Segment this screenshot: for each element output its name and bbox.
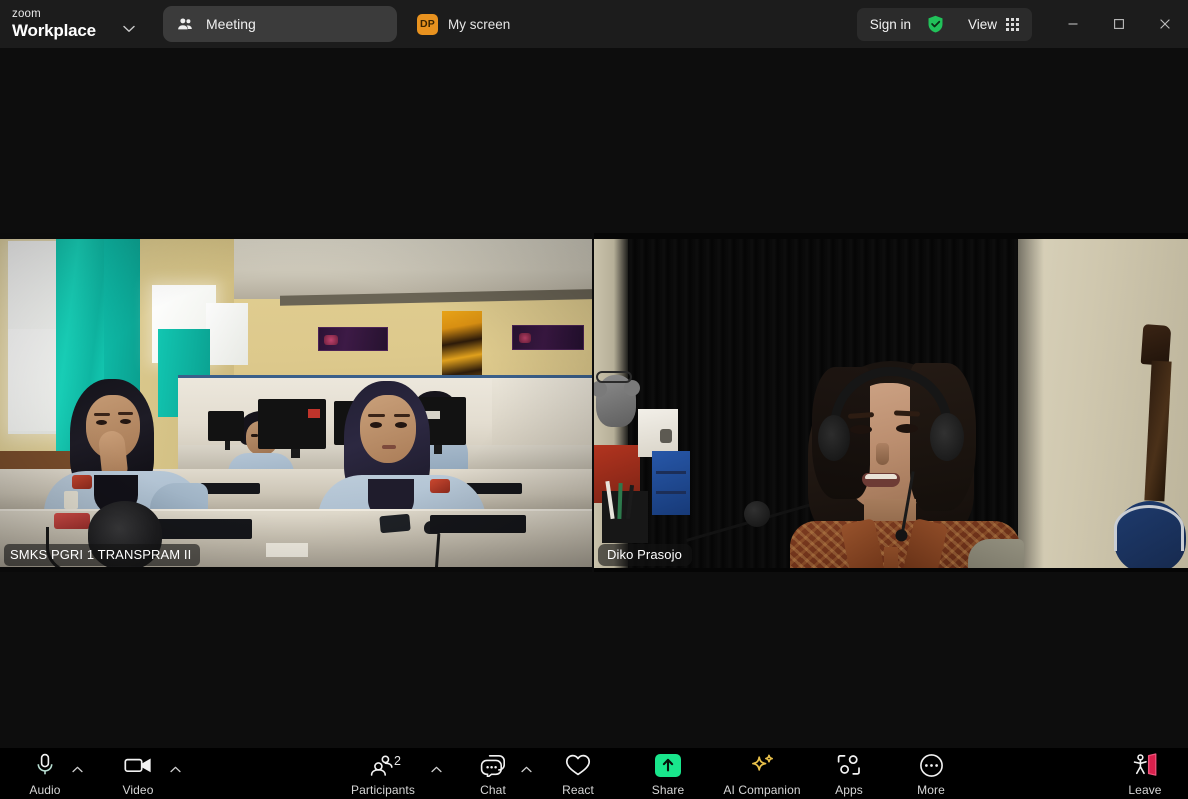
participants-icon (370, 752, 396, 778)
react-label: React (562, 783, 594, 797)
shield-check-icon[interactable] (927, 15, 944, 33)
close-button[interactable] (1142, 0, 1188, 48)
video-options-caret[interactable] (168, 762, 182, 776)
zoom-workplace-brand[interactable]: zoom Workplace (12, 7, 106, 41)
audio-label: Audio (29, 783, 61, 797)
home-office-video-feed (594, 233, 1188, 572)
more-button[interactable]: More (889, 752, 973, 797)
titlebar-right-group: Sign in View (856, 0, 1188, 48)
heart-icon (565, 752, 591, 778)
maximize-button[interactable] (1096, 0, 1142, 48)
view-button[interactable]: View (968, 17, 997, 32)
participants-count-badge: 2 (394, 754, 401, 768)
apps-label: Apps (835, 783, 863, 797)
zoom-meeting-window: zoom Workplace Meeting DP My screen Sign… (0, 0, 1188, 799)
apps-icon (836, 752, 862, 778)
more-label: More (917, 783, 945, 797)
video-label: Video (122, 783, 154, 797)
grid-view-icon[interactable] (1006, 17, 1019, 31)
share-label: Share (651, 783, 685, 797)
my-screen-label: My screen (448, 16, 511, 32)
chat-bubble-icon (480, 752, 506, 778)
tab-meeting[interactable]: Meeting (163, 6, 397, 42)
ai-companion-button[interactable]: AI Companion (720, 752, 804, 797)
leave-button[interactable]: Leave (1103, 752, 1187, 797)
share-screen-icon (655, 752, 681, 778)
leave-door-icon (1131, 752, 1159, 778)
apps-button[interactable]: Apps (807, 752, 891, 797)
window-controls (1050, 0, 1188, 48)
participants-icon (178, 17, 192, 29)
participant-name-badge: Diko Prasojo (598, 544, 692, 566)
leave-label: Leave (1128, 783, 1162, 797)
sign-in-button[interactable]: Sign in (870, 17, 911, 32)
participant-name-badge: SMKS PGRI 1 TRANSPRAM II (4, 544, 201, 566)
chat-label: Chat (480, 783, 506, 797)
chevron-down-icon[interactable] (122, 22, 136, 36)
participants-options-caret[interactable] (429, 762, 443, 776)
react-button[interactable]: React (536, 752, 620, 797)
my-screen-button[interactable]: DP My screen (417, 13, 511, 35)
classroom-video-feed (0, 233, 592, 572)
participants-label: Participants (351, 783, 415, 797)
audio-options-caret[interactable] (70, 762, 84, 776)
participants-button[interactable]: Participants 2 (341, 752, 425, 797)
tab-meeting-label: Meeting (206, 16, 256, 32)
video-tile-row: SMKS PGRI 1 TRANSPRAM II Diko Prasojo (0, 233, 1188, 572)
video-tile-participant-2[interactable]: Diko Prasojo (594, 233, 1188, 572)
video-stage: SMKS PGRI 1 TRANSPRAM II Diko Prasojo (0, 48, 1188, 748)
camera-icon (124, 752, 152, 778)
more-dots-icon (919, 752, 944, 778)
share-button[interactable]: Share (626, 752, 710, 797)
brand-workplace-label: Workplace (12, 21, 96, 41)
sparkle-icon (748, 752, 776, 778)
title-bar: zoom Workplace Meeting DP My screen Sign… (0, 0, 1188, 48)
sign-in-group: Sign in View (856, 7, 1032, 41)
minimize-button[interactable] (1050, 0, 1096, 48)
ai-companion-label: AI Companion (723, 783, 801, 797)
brand-zoom-label: zoom (12, 7, 41, 20)
video-tile-participant-1[interactable]: SMKS PGRI 1 TRANSPRAM II (0, 233, 592, 572)
meeting-controls-toolbar: Audio Video Participants 2 Chat React Sh… (0, 748, 1188, 799)
microphone-icon (35, 752, 55, 778)
chat-options-caret[interactable] (519, 762, 533, 776)
avatar: DP (417, 13, 438, 35)
